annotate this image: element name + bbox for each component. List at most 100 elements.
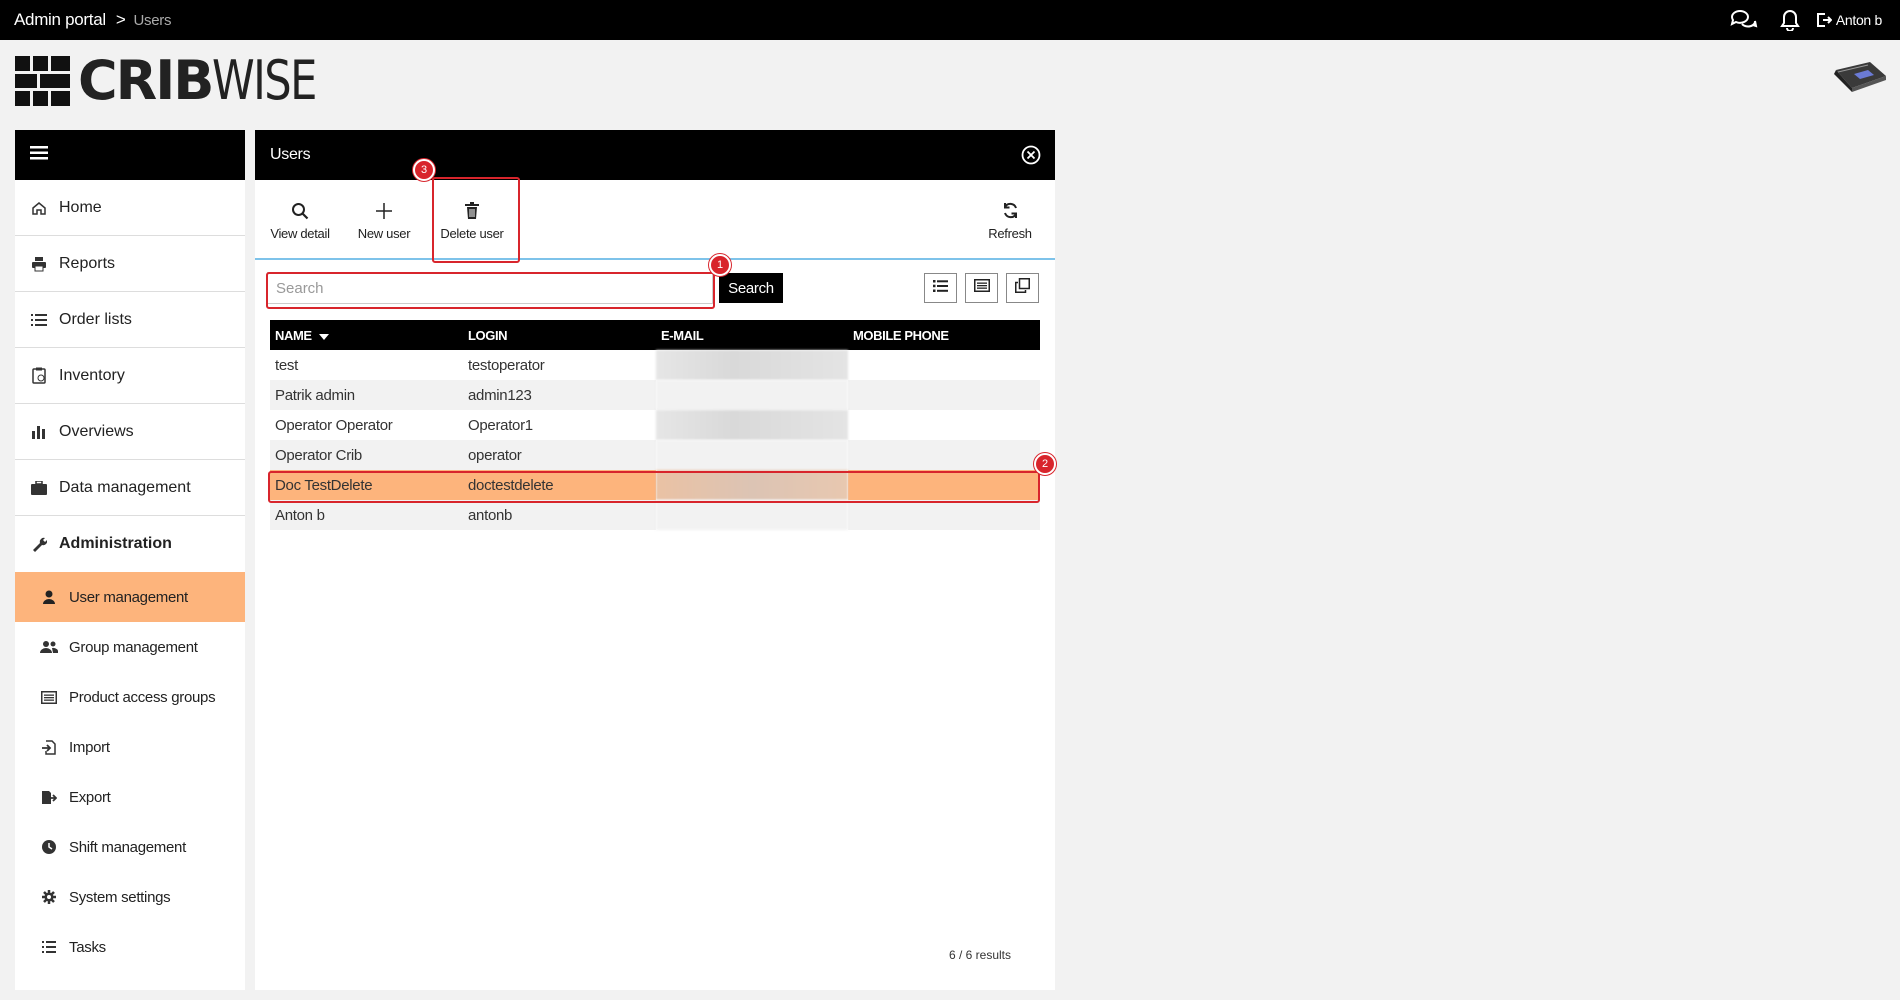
delete-user-label: Delete user	[440, 225, 504, 241]
sidebar-item-label: Group management	[69, 638, 198, 656]
cell-email-redacted	[656, 410, 848, 440]
panel-title: Users	[270, 146, 311, 163]
sidebar-item-administration[interactable]: Administration	[15, 516, 245, 572]
sidebar-item-system-settings[interactable]: System settings	[15, 872, 245, 922]
sidebar-item-label: Product access groups	[69, 688, 216, 706]
sidebar-item-shift-management[interactable]: Shift management	[15, 822, 245, 872]
sidebar-item-overviews[interactable]: Overviews	[15, 404, 245, 460]
cell-login: Operator1	[468, 416, 533, 434]
cell-mobile-phone	[848, 410, 1040, 440]
cell-mobile-phone	[848, 440, 1040, 470]
column-header-email[interactable]: E-MAIL	[656, 320, 848, 350]
table-row[interactable]: Operator Operator Operator1	[270, 410, 1040, 440]
sidebar-item-tasks[interactable]: Tasks	[15, 922, 245, 972]
cell-email-redacted	[656, 470, 848, 500]
refresh-icon	[1002, 200, 1019, 222]
sidebar-item-label: Shift management	[69, 838, 186, 856]
delete-user-button[interactable]: Delete user	[430, 192, 514, 248]
sidebar-item-label: System settings	[69, 888, 171, 906]
cell-name: Operator Crib	[270, 440, 463, 470]
view-mode-buttons	[924, 273, 1039, 303]
sidebar-item-label: Order lists	[59, 310, 132, 328]
top-bar: Admin portal > Users Anton b	[0, 0, 1900, 40]
cell-login: doctestdelete	[463, 470, 656, 500]
sidebar-item-data-management[interactable]: Data management	[15, 460, 245, 516]
column-header-login[interactable]: LOGIN	[463, 320, 656, 350]
sidebar-item-label: Export	[69, 788, 111, 806]
cell-mobile-phone	[848, 350, 1040, 380]
cell-email-redacted	[656, 440, 848, 470]
refresh-button[interactable]: Refresh	[968, 192, 1052, 248]
hamburger-menu-icon[interactable]	[30, 145, 48, 165]
cell-mobile-phone	[848, 500, 1040, 530]
clipboard-icon	[29, 367, 49, 384]
close-icon[interactable]	[1021, 145, 1041, 170]
sidebar-item-user-management[interactable]: User management	[15, 572, 245, 622]
user-name[interactable]: Anton b	[1836, 12, 1882, 28]
search-input[interactable]	[267, 272, 713, 304]
sidebar: Home Reports Order lists Inventory Overv…	[15, 130, 245, 990]
table-row[interactable]: Anton b antonb	[270, 500, 1040, 530]
new-user-label: New user	[357, 225, 411, 241]
logo-text-wise: WISE	[212, 49, 317, 112]
annotation-badge-2: 2	[1034, 453, 1056, 475]
breadcrumb-current: Users	[133, 12, 172, 29]
sidebar-item-home[interactable]: Home	[15, 180, 245, 236]
sidebar-item-product-access-groups[interactable]: Product access groups	[15, 672, 245, 722]
table-row[interactable]: test testoperator	[270, 350, 1040, 380]
sidebar-item-export[interactable]: Export	[15, 772, 245, 822]
device-icon	[1830, 60, 1888, 101]
results-count: 6 / 6 results	[948, 948, 1011, 962]
toolbar: View detail New user Delete user Refresh	[255, 180, 1055, 260]
refresh-label: Refresh	[988, 225, 1032, 241]
gear-icon	[39, 890, 59, 904]
list-alt-icon	[39, 690, 59, 704]
sidebar-item-label: Overviews	[59, 422, 134, 440]
logout-icon[interactable]	[1816, 12, 1832, 28]
table-row-selected[interactable]: Doc TestDelete doctestdelete	[270, 470, 1040, 500]
plus-icon	[375, 200, 393, 222]
chat-icon[interactable]	[1730, 9, 1758, 31]
logo-mark-icon	[15, 56, 70, 106]
sidebar-item-import[interactable]: Import	[15, 722, 245, 772]
breadcrumb-root[interactable]: Admin portal	[14, 10, 106, 29]
export-icon	[39, 790, 59, 805]
users-icon	[39, 640, 59, 654]
detail-view-button[interactable]	[965, 273, 998, 303]
sidebar-item-order-lists[interactable]: Order lists	[15, 292, 245, 348]
column-header-mobile-phone[interactable]: MOBILE PHONE	[848, 320, 1040, 350]
cell-name: Operator Operator	[275, 416, 393, 434]
cell-name: Patrik admin	[270, 380, 463, 410]
sidebar-item-label: Inventory	[59, 366, 125, 384]
table-row[interactable]: Patrik admin admin123	[270, 380, 1040, 410]
cell-login: antonb	[463, 500, 656, 530]
new-user-button[interactable]: New user	[342, 192, 426, 248]
search-button[interactable]: Search	[719, 273, 783, 303]
column-header-name[interactable]: NAME	[270, 320, 463, 350]
cell-login: operator	[463, 440, 656, 470]
table-header-row: NAME LOGIN E-MAIL MOBILE PHONE	[270, 320, 1040, 350]
table-row[interactable]: Operator Crib operator	[270, 440, 1040, 470]
cell-login: admin123	[463, 380, 656, 410]
cell-name: test	[275, 356, 298, 374]
tasks-icon	[39, 941, 59, 953]
sidebar-item-label: Administration	[59, 535, 172, 552]
cell-name: Anton b	[270, 500, 463, 530]
panel-header: Users	[255, 130, 1055, 180]
list-icon	[29, 313, 49, 327]
sidebar-item-inventory[interactable]: Inventory	[15, 348, 245, 404]
copy-icon	[1015, 278, 1030, 298]
list-view-button[interactable]	[924, 273, 957, 303]
cribwise-logo: CRIBWISE	[15, 49, 342, 112]
sidebar-item-group-management[interactable]: Group management	[15, 622, 245, 672]
view-detail-button[interactable]: View detail	[258, 192, 342, 248]
copy-view-button[interactable]	[1006, 273, 1039, 303]
annotation-badge-3: 3	[413, 159, 435, 181]
cell-email-redacted	[656, 380, 848, 410]
logo-text-crib: CRIB	[78, 49, 214, 112]
bell-icon[interactable]	[1779, 9, 1800, 31]
cell-mobile-phone	[848, 380, 1040, 410]
cell-name: Doc TestDelete	[270, 470, 463, 500]
sidebar-item-reports[interactable]: Reports	[15, 236, 245, 292]
list-view-icon	[933, 279, 948, 297]
